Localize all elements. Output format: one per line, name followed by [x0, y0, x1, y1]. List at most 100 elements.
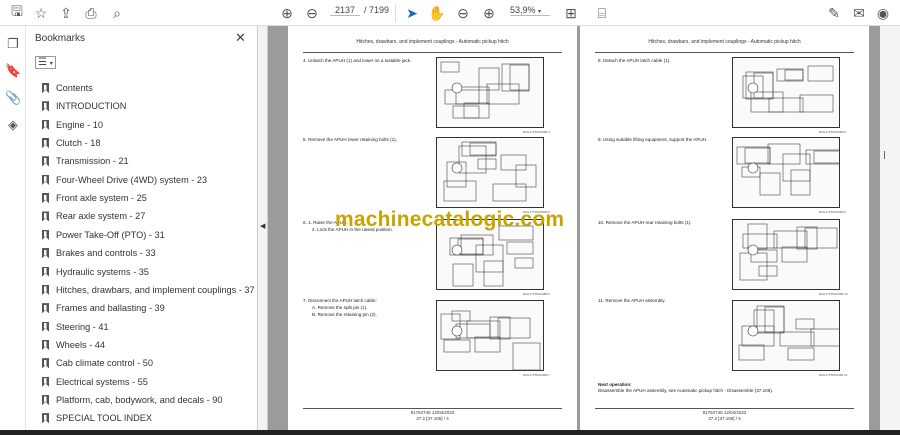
bookmark-options-button[interactable]: ☰ ▾: [35, 56, 56, 69]
bookmark-item[interactable]: SPECIAL TOOL INDEX: [42, 409, 152, 427]
layers-icon[interactable]: ◈: [5, 117, 21, 133]
bookmark-item[interactable]: Platform, cab, bodywork, and decals - 90: [42, 391, 222, 409]
bookmark-label: Hydraulic systems - 35: [56, 266, 149, 277]
bookmark-item[interactable]: Four-Wheel Drive (4WD) system - 23: [42, 171, 207, 189]
step-text: B. Remove the retaining pin (2).: [312, 312, 377, 317]
footer-rule: [595, 408, 854, 409]
collapse-arrow-icon[interactable]: ◀: [260, 222, 265, 230]
mail-icon[interactable]: ✉: [850, 4, 868, 22]
technical-drawing: [443, 141, 537, 202]
bookmark-icon: [42, 138, 49, 149]
panel-splitter[interactable]: ◀: [258, 26, 268, 430]
bookmark-icon: [42, 413, 49, 424]
chevron-down-icon: ▾: [538, 9, 542, 15]
close-icon[interactable]: ✕: [235, 30, 246, 46]
bookmark-label: Electrical systems - 55: [56, 376, 148, 387]
zoom-select[interactable]: 53,9% ▾: [510, 5, 550, 16]
bookmark-icon: [42, 211, 49, 222]
next-page-icon[interactable]: ⊖: [303, 4, 321, 22]
next-operation-link[interactable]: Disassemble the APUH assembly, see Autom…: [598, 388, 773, 393]
bookmark-item[interactable]: Clutch - 18: [42, 134, 100, 152]
bookmark-label: Front axle system - 25: [56, 193, 147, 204]
step-text: 8. Detach the APUH latch cable (1).: [598, 58, 671, 63]
technical-drawing: [739, 223, 838, 281]
scroll-mode-icon[interactable]: ⌸: [593, 4, 611, 22]
bookmark-icon: [42, 174, 49, 185]
star-icon[interactable]: ☆: [32, 4, 50, 22]
bookmark-item[interactable]: Hitches, drawbars, and implement couplin…: [42, 281, 255, 299]
bookmark-item[interactable]: Engine - 10: [42, 116, 103, 134]
bookmark-label: Rear axle system - 27: [56, 211, 146, 222]
bookmark-label: SPECIAL TOOL INDEX: [56, 413, 152, 424]
bookmark-item[interactable]: Contents: [42, 79, 93, 97]
footer-page-ref: 37.2 [37.106] / 5: [708, 416, 741, 421]
bookmark-panel-icon[interactable]: 🔖: [5, 63, 21, 79]
page-header: Hitches, drawbars, and implement couplin…: [356, 39, 509, 45]
pages-icon[interactable]: ❐: [5, 36, 21, 52]
bookmark-item[interactable]: Front axle system - 25: [42, 189, 147, 207]
bookmark-label: Transmission - 21: [56, 156, 129, 167]
bookmark-item[interactable]: Electrical systems - 55: [42, 373, 148, 391]
select-cursor-icon[interactable]: ➤: [403, 4, 421, 22]
page-number-input[interactable]: 2137: [330, 5, 360, 16]
technical-drawing: [440, 61, 530, 119]
vertical-scrollbar[interactable]: [880, 26, 900, 430]
bookmark-item[interactable]: Brakes and controls - 33: [42, 244, 156, 262]
bookmark-icon: [42, 266, 49, 277]
technical-drawing: [742, 65, 834, 113]
bookmark-label: Cab climate control - 50: [56, 358, 154, 369]
bookmark-item[interactable]: Frames and ballasting - 39: [42, 299, 165, 317]
bookmarks-title: Bookmarks: [35, 33, 86, 44]
print-icon[interactable]: ⎙: [82, 4, 100, 22]
search-icon[interactable]: ⌕: [108, 4, 126, 22]
bookmark-icon: [42, 248, 49, 259]
zoom-value: 53,9%: [510, 5, 536, 15]
bookmark-item[interactable]: Cab climate control - 50: [42, 354, 153, 372]
bookmark-icon: [42, 83, 49, 93]
bookmark-icon: [42, 119, 49, 130]
bookmark-item[interactable]: Hydraulic systems - 35: [42, 263, 149, 281]
page-header: Hitches, drawbars, and implement couplin…: [648, 39, 801, 45]
step-text: A. Remove the split pin (1).: [312, 305, 368, 310]
attachment-icon[interactable]: 📎: [5, 90, 21, 106]
figure-5: [436, 137, 544, 208]
bookmark-icon: [42, 303, 49, 314]
zoom-in-icon[interactable]: ⊕: [480, 4, 498, 22]
page-total: / 7199: [364, 5, 390, 15]
figure-caption: RAIL17TR01044B 9: [819, 210, 846, 214]
step-text: 10. Remove the APUH rear retaining bolts…: [598, 220, 692, 225]
previous-page-icon[interactable]: ⊕: [278, 4, 296, 22]
sign-icon[interactable]: ✎: [825, 4, 843, 22]
step-text: 9. Using suitable lifting equipment, sup…: [598, 137, 708, 142]
save-icon[interactable]: 🖫: [8, 3, 26, 22]
fit-page-icon[interactable]: ⊞: [562, 4, 580, 22]
bookmark-item[interactable]: Power Take-Off (PTO) - 31: [42, 226, 165, 244]
figure-caption: RAIL17TR01042B 11: [819, 373, 848, 377]
account-icon[interactable]: ◉: [874, 4, 892, 22]
bookmark-icon: [42, 394, 49, 405]
figure-caption: RAIL17TR01049B 4: [523, 130, 550, 134]
toolbar: 🖫 ☆ ⇪ ⎙ ⌕ ⊕ ⊖ 2137 / 7199 ➤ ✋ ⊖ ⊕ 53,9% …: [0, 0, 900, 26]
figure-caption: RAIL17TR01043B 10: [819, 292, 848, 296]
bookmark-icon: [42, 376, 49, 387]
bookmark-icon: [42, 358, 49, 369]
figure-11: [732, 300, 840, 371]
bookmark-item[interactable]: Steering - 41: [42, 318, 109, 336]
bookmark-label: Brakes and controls - 33: [56, 248, 156, 259]
next-operation-label: Next operation:: [598, 382, 632, 387]
bookmark-item[interactable]: INTRODUCTION: [42, 97, 126, 115]
header-rule: [595, 52, 854, 53]
scroll-thumb[interactable]: [884, 151, 885, 159]
figure-caption: RAIL17TR01046B 7: [523, 373, 550, 377]
step-text: 11. Remove the APUH assembly.: [598, 298, 666, 303]
cloud-upload-icon[interactable]: ⇪: [57, 4, 75, 22]
zoom-out-icon[interactable]: ⊖: [454, 4, 472, 22]
hand-tool-icon[interactable]: ✋: [428, 4, 446, 22]
footer-rule: [303, 408, 562, 409]
bookmark-item[interactable]: Transmission - 21: [42, 152, 129, 170]
technical-drawing: [440, 310, 541, 370]
bookmark-label: Hitches, drawbars, and implement couplin…: [56, 284, 255, 295]
bookmark-item[interactable]: Wheels - 44: [42, 336, 105, 354]
bookmark-item[interactable]: Rear axle system - 27: [42, 207, 145, 225]
bookmark-icon: [42, 229, 49, 240]
